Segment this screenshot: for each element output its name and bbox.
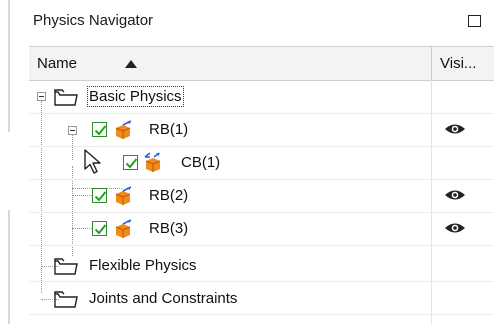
checkmark-icon [94,191,107,202]
sort-ascending-icon [125,60,137,68]
tree-row-cb1[interactable]: CB(1) [29,146,494,179]
tree-label: Flexible Physics [89,257,197,274]
checkmark-icon [94,224,107,235]
tree-label: Basic Physics [87,86,184,107]
checkbox[interactable] [92,188,107,203]
mouse-cursor-icon [84,149,101,174]
column-separator[interactable] [431,47,432,80]
tree-label: RB(1) [149,121,189,138]
column-header: Name Visi... [29,46,494,81]
constraint-body-icon [144,152,161,172]
checkmark-icon [125,158,138,169]
column-name-header[interactable]: Name [37,55,77,72]
folder-icon [54,258,78,275]
left-divider [8,0,10,132]
collapse-icon[interactable] [37,92,46,101]
tree-row-joints-and-constraints[interactable]: Joints and Constraints [29,284,494,317]
rigid-body-icon [115,120,132,139]
panel-title: Physics Navigator [33,12,154,29]
physics-tree: Basic Physics RB(1) CB(1) RB(2) RB(3) Fl… [29,80,494,324]
tree-row-flexible-physics[interactable]: Flexible Physics [29,251,494,284]
tree-label: CB(1) [181,154,221,171]
checkbox[interactable] [92,122,107,137]
tree-label: RB(2) [149,187,189,204]
checkbox[interactable] [123,155,138,170]
tree-label: RB(3) [149,220,189,237]
left-divider-lower [8,210,10,324]
eye-icon[interactable] [444,122,466,136]
checkbox[interactable] [92,221,107,236]
tree-row-rb2[interactable]: RB(2) [29,179,494,212]
folder-icon [54,89,78,106]
column-visibility-header[interactable]: Visi... [440,55,476,72]
tree-row-basic-physics[interactable]: Basic Physics [29,80,494,113]
collapse-icon[interactable] [68,126,77,135]
rigid-body-icon [115,219,132,238]
tree-row-rb3[interactable]: RB(3) [29,212,494,245]
rigid-body-icon [115,186,132,205]
checkmark-icon [94,125,107,136]
folder-icon [54,291,78,308]
eye-icon[interactable] [444,188,466,202]
maximize-icon[interactable] [468,15,481,27]
tree-label: Joints and Constraints [89,290,238,307]
tree-row-rb1[interactable]: RB(1) [29,113,494,146]
eye-icon[interactable] [444,221,466,235]
